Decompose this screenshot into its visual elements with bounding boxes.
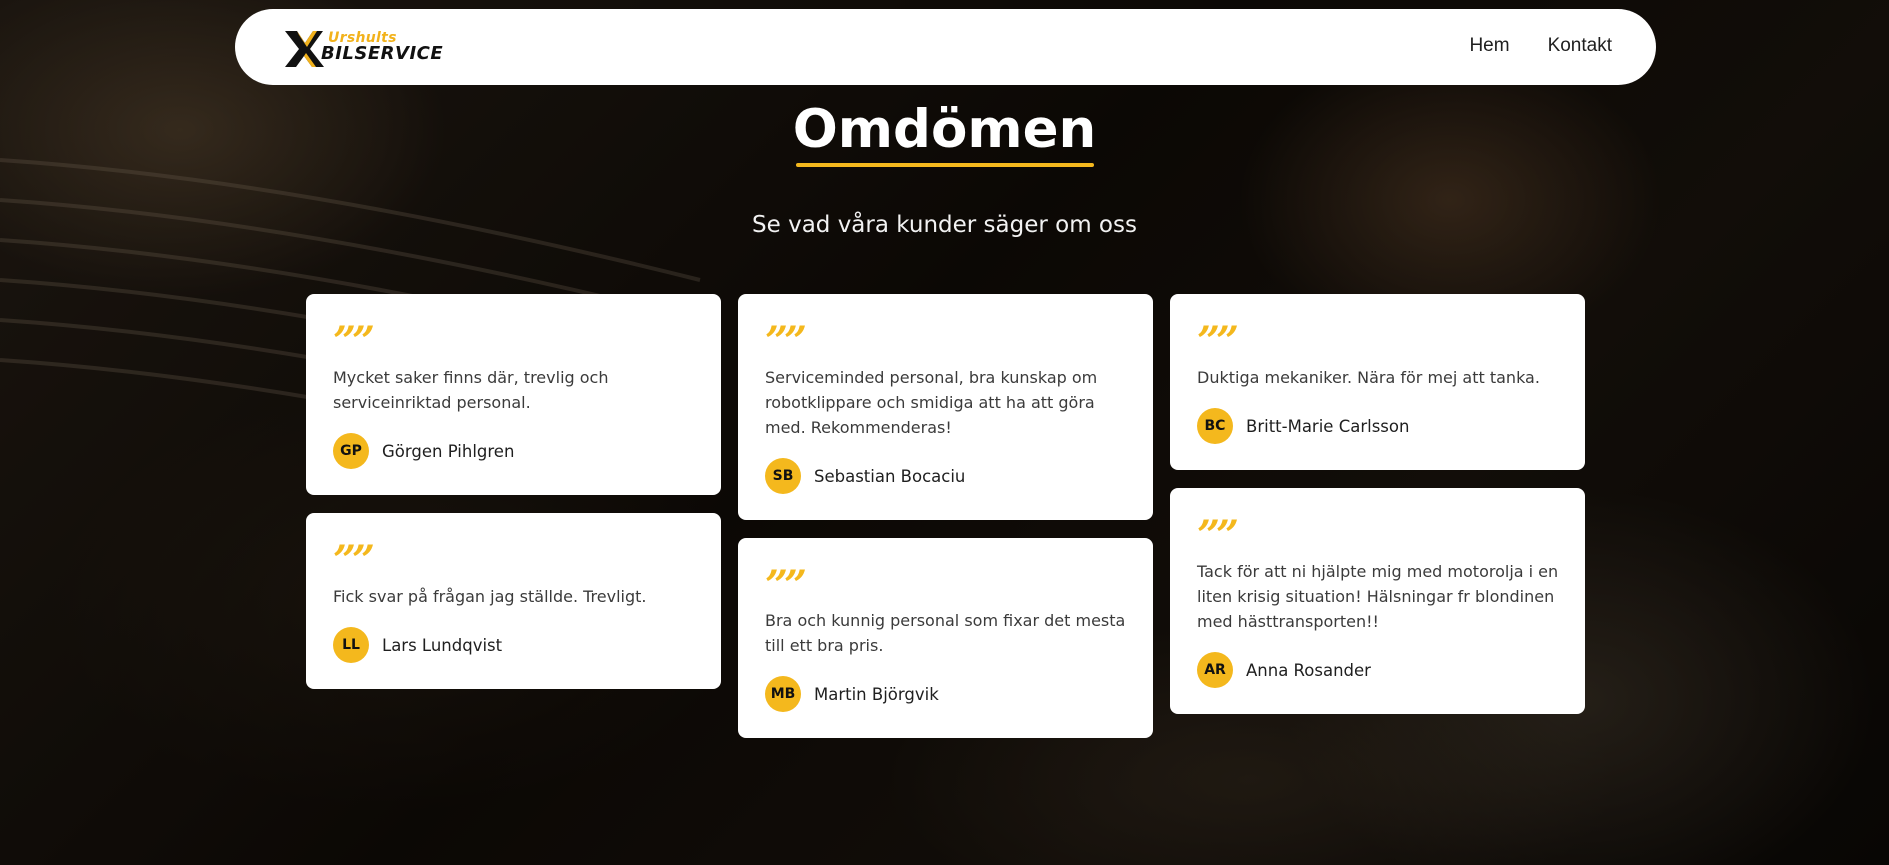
logo-text-bottom: BILSERVICE	[321, 43, 444, 64]
review-author: SB Sebastian Bocaciu	[765, 458, 965, 494]
review-card: ”” Tack för att ni hjälpte mig med motor…	[1170, 488, 1585, 714]
review-card: ”” Duktiga mekaniker. Nära för mej att t…	[1170, 294, 1585, 470]
navbar: Urshults BILSERVICE Hem Kontakt	[235, 9, 1656, 85]
avatar: MB	[765, 676, 801, 712]
author-name: Martin Björgvik	[814, 684, 939, 704]
author-name: Lars Lundqvist	[382, 635, 503, 655]
review-text: Duktiga mekaniker. Nära för mej att tank…	[1197, 368, 1540, 387]
review-author: BC Britt-Marie Carlsson	[1197, 408, 1409, 444]
avatar: LL	[333, 627, 369, 663]
author-name: Anna Rosander	[1246, 660, 1371, 680]
review-text: Tack för att ni hjälpte mig med motorolj…	[1197, 562, 1559, 631]
nav-link-kontakt[interactable]: Kontakt	[1548, 35, 1612, 58]
title-underline	[796, 163, 1094, 167]
quote-icon: ””	[1197, 512, 1239, 559]
review-author: MB Martin Björgvik	[765, 676, 939, 712]
review-text: Mycket saker finns där, trevlig och serv…	[333, 368, 609, 412]
review-text: Bra och kunnig personal som fixar det me…	[765, 611, 1126, 655]
author-name: Sebastian Bocaciu	[814, 466, 966, 486]
quote-icon: ””	[765, 318, 807, 365]
section-subtitle: Se vad våra kunder säger om oss	[752, 212, 1137, 238]
review-card: ”” Bra och kunnig personal som fixar det…	[738, 538, 1153, 738]
review-author: GP Görgen Pihlgren	[333, 433, 514, 469]
review-author: AR Anna Rosander	[1197, 652, 1371, 688]
quote-icon: ””	[1197, 318, 1239, 365]
author-name: Britt-Marie Carlsson	[1246, 416, 1410, 436]
review-card: ”” Mycket saker finns där, trevlig och s…	[306, 294, 721, 495]
main-nav: Hem Kontakt	[1469, 35, 1612, 58]
review-card: ”” Fick svar på frågan jag ställde. Trev…	[306, 513, 721, 689]
quote-icon: ””	[333, 537, 375, 584]
review-text: Serviceminded personal, bra kunskap om r…	[765, 368, 1098, 437]
quote-icon: ””	[765, 562, 807, 609]
review-card: ”” Serviceminded personal, bra kunskap o…	[738, 294, 1153, 520]
section-title: Omdömen	[792, 99, 1097, 160]
avatar: SB	[765, 458, 801, 494]
review-author: LL Lars Lundqvist	[333, 627, 502, 663]
review-text: Fick svar på frågan jag ställde. Trevlig…	[333, 587, 647, 606]
nav-link-hem[interactable]: Hem	[1469, 35, 1509, 58]
author-name: Görgen Pihlgren	[382, 441, 515, 461]
quote-icon: ””	[333, 318, 375, 365]
avatar: GP	[333, 433, 369, 469]
avatar: BC	[1197, 408, 1233, 444]
logo[interactable]: Urshults BILSERVICE	[283, 29, 453, 69]
avatar: AR	[1197, 652, 1233, 688]
